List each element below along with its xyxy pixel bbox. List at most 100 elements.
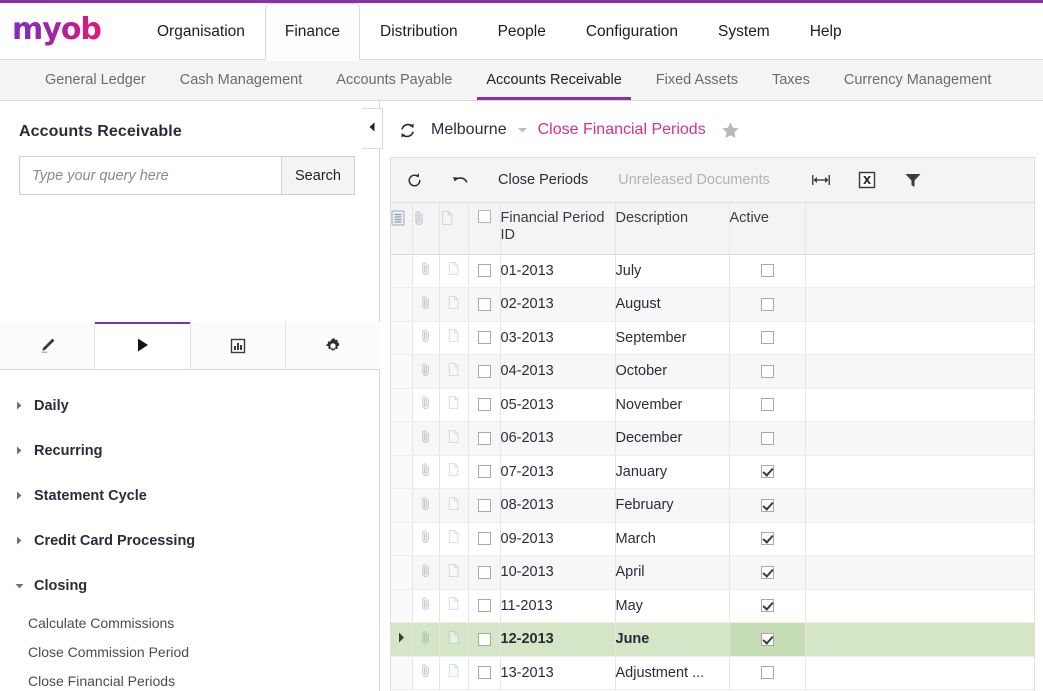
row-select-checkbox[interactable] <box>469 297 500 311</box>
row-indicator[interactable] <box>391 656 413 690</box>
sub-nav-tab-accounts-receivable[interactable]: Accounts Receivable <box>469 60 638 100</box>
row-indicator[interactable] <box>391 388 413 422</box>
row-select-checkbox[interactable] <box>469 398 500 412</box>
cell-financial-period-id[interactable]: 07-2013 <box>500 455 616 489</box>
tree-group-closing[interactable]: Closing <box>0 563 379 608</box>
tab-reports[interactable] <box>190 322 286 369</box>
refresh-icon[interactable] <box>398 121 417 140</box>
row-select-checkbox[interactable] <box>469 632 500 646</box>
table-row[interactable]: 07-2013 January <box>391 455 1034 489</box>
cell-description[interactable]: January <box>615 455 730 489</box>
row-attachment-cell[interactable] <box>412 321 440 355</box>
cell-financial-period-id[interactable]: 08-2013 <box>500 488 616 523</box>
table-row[interactable]: 02-2013 August <box>391 287 1034 322</box>
active-checkbox[interactable] <box>730 398 805 412</box>
cell-financial-period-id[interactable]: 13-2013 <box>500 656 616 690</box>
row-select-checkbox-cell[interactable] <box>468 622 501 657</box>
financial-periods-grid[interactable]: Financial Period ID Description Active 0… <box>390 203 1035 691</box>
row-attachment-cell[interactable] <box>412 287 440 322</box>
table-row[interactable]: 03-2013 September <box>391 321 1034 355</box>
row-select-checkbox[interactable] <box>469 599 500 613</box>
myob-logo[interactable]: myob <box>12 13 102 47</box>
active-checkbox[interactable] <box>730 599 805 613</box>
row-select-checkbox-cell[interactable] <box>468 388 501 422</box>
row-attachment-cell[interactable] <box>412 488 440 523</box>
grid-refresh-button[interactable] <box>391 158 437 202</box>
star-icon[interactable] <box>720 120 741 141</box>
active-checkbox[interactable] <box>730 297 805 311</box>
row-indicator[interactable] <box>391 555 413 590</box>
row-note-cell[interactable] <box>439 388 469 422</box>
tab-processes[interactable] <box>95 322 191 369</box>
cell-active[interactable] <box>729 287 806 322</box>
cell-active[interactable] <box>729 321 806 355</box>
table-row[interactable]: 05-2013 November <box>391 388 1034 422</box>
search-button[interactable]: Search <box>281 157 354 194</box>
table-row[interactable]: 12-2013 June <box>391 622 1034 657</box>
row-note-cell[interactable] <box>439 321 469 355</box>
table-row[interactable]: 09-2013 March <box>391 522 1034 556</box>
row-attachment-cell[interactable] <box>412 388 440 422</box>
column-header-description[interactable]: Description <box>615 203 730 255</box>
row-select-checkbox-cell[interactable] <box>468 488 501 523</box>
row-select-checkbox[interactable] <box>469 565 500 579</box>
cell-active[interactable] <box>729 254 806 288</box>
row-note-cell[interactable] <box>439 589 469 623</box>
cell-financial-period-id[interactable]: 10-2013 <box>500 555 616 590</box>
row-select-checkbox[interactable] <box>469 465 500 479</box>
row-indicator[interactable] <box>391 622 413 657</box>
select-all-header[interactable] <box>468 203 501 255</box>
cell-description[interactable]: June <box>615 622 730 657</box>
grid-undo-button[interactable] <box>437 158 483 202</box>
row-attachment-cell[interactable] <box>412 589 440 623</box>
cell-description[interactable]: Adjustment ... <box>615 656 730 690</box>
row-attachment-cell[interactable] <box>412 421 440 456</box>
tree-group-daily[interactable]: Daily <box>0 383 379 428</box>
cell-financial-period-id[interactable]: 06-2013 <box>500 421 616 456</box>
cell-active[interactable] <box>729 421 806 456</box>
cell-financial-period-id[interactable]: 01-2013 <box>500 254 616 288</box>
table-row[interactable]: 04-2013 October <box>391 354 1034 389</box>
row-select-checkbox-cell[interactable] <box>468 656 501 690</box>
sub-nav-tab-fixed-assets[interactable]: Fixed Assets <box>639 60 755 100</box>
sub-nav-tab-cash-management[interactable]: Cash Management <box>163 60 320 100</box>
active-checkbox[interactable] <box>730 264 805 278</box>
tree-item-close-commission-period[interactable]: Close Commission Period <box>0 637 379 666</box>
row-attachment-cell[interactable] <box>412 622 440 657</box>
row-note-cell[interactable] <box>439 455 469 489</box>
branch-selector-label[interactable]: Melbourne <box>431 121 507 139</box>
active-checkbox[interactable] <box>730 498 805 512</box>
row-select-checkbox[interactable] <box>469 364 500 378</box>
cell-active[interactable] <box>729 488 806 523</box>
row-note-cell[interactable] <box>439 354 469 389</box>
row-note-cell[interactable] <box>439 622 469 657</box>
cell-financial-period-id[interactable]: 03-2013 <box>500 321 616 355</box>
row-select-checkbox-cell[interactable] <box>468 354 501 389</box>
row-indicator[interactable] <box>391 421 413 456</box>
table-row[interactable]: 08-2013 February <box>391 488 1034 523</box>
cell-description[interactable]: March <box>615 522 730 556</box>
tree-item-calculate-commissions[interactable]: Calculate Commissions <box>0 608 379 637</box>
tree-group-credit-card-processing[interactable]: Credit Card Processing <box>0 518 379 563</box>
column-header-active[interactable]: Active <box>729 203 806 255</box>
cell-description[interactable]: July <box>615 254 730 288</box>
cell-active[interactable] <box>729 388 806 422</box>
note-column-header[interactable] <box>439 203 469 255</box>
cell-active[interactable] <box>729 656 806 690</box>
attachment-column-header[interactable] <box>412 203 440 255</box>
cell-financial-period-id[interactable]: 04-2013 <box>500 354 616 389</box>
active-checkbox[interactable] <box>730 331 805 345</box>
cell-description[interactable]: December <box>615 421 730 456</box>
cell-financial-period-id[interactable]: 11-2013 <box>500 589 616 623</box>
row-indicator[interactable] <box>391 321 413 355</box>
active-checkbox[interactable] <box>730 364 805 378</box>
column-header-financial-period-id[interactable]: Financial Period ID <box>500 203 616 255</box>
cell-description[interactable]: August <box>615 287 730 322</box>
row-select-checkbox[interactable] <box>469 498 500 512</box>
main-nav-tab-system[interactable]: System <box>698 3 790 60</box>
row-select-checkbox[interactable] <box>469 331 500 345</box>
row-select-checkbox-cell[interactable] <box>468 522 501 556</box>
cell-description[interactable]: February <box>615 488 730 523</box>
row-note-cell[interactable] <box>439 555 469 590</box>
row-attachment-cell[interactable] <box>412 656 440 690</box>
